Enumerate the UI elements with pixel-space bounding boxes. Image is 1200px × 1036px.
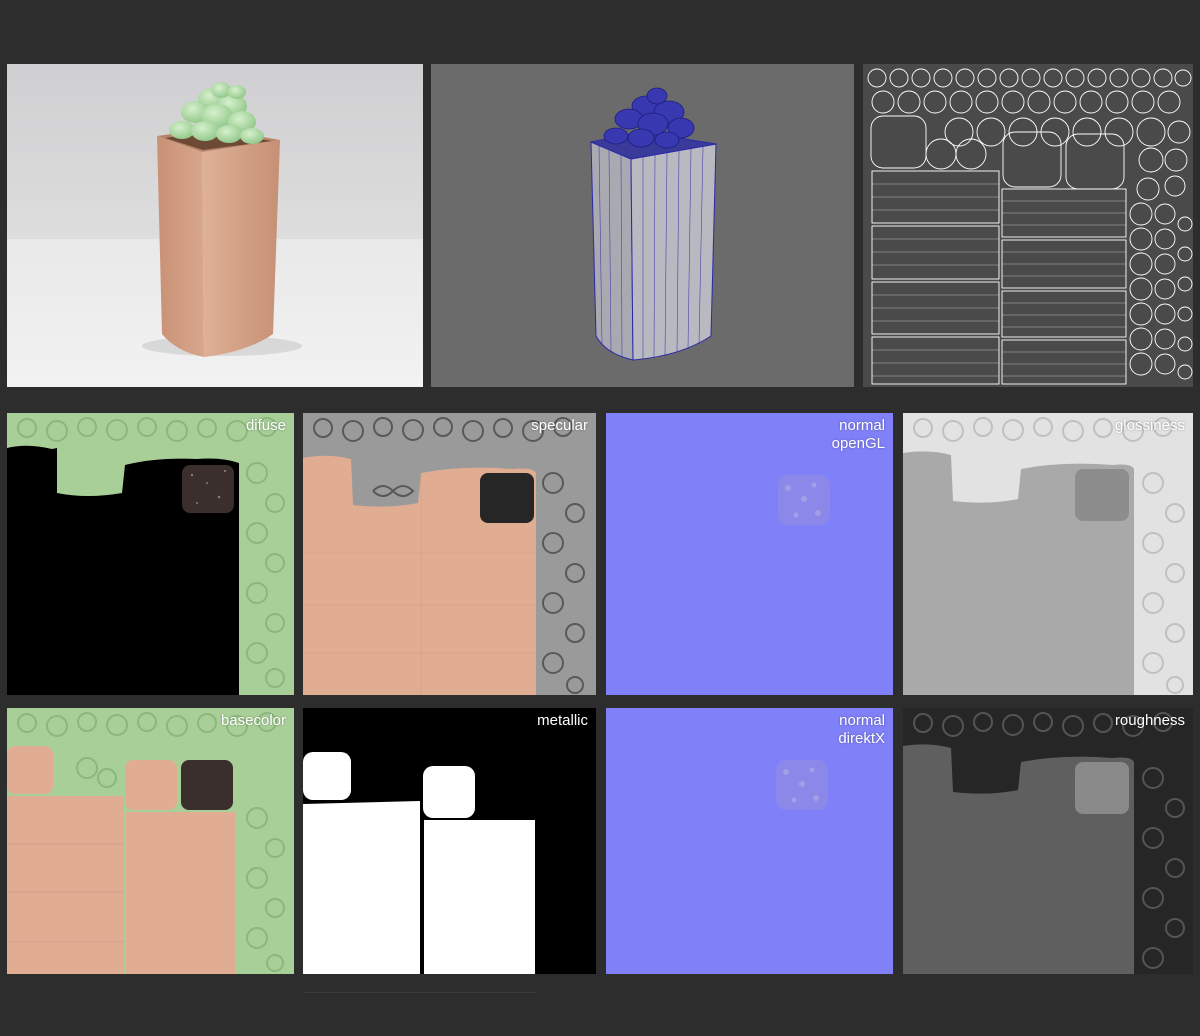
map-label: roughness — [1114, 712, 1185, 729]
roughness-map: roughness — [903, 708, 1193, 974]
render-preview — [7, 64, 423, 387]
specular-map: specular — [303, 413, 596, 695]
uv-layout-preview — [863, 64, 1193, 387]
map-label: metallic — [537, 712, 588, 729]
map-label: difuse — [245, 417, 286, 434]
map-label: normal direktX — [838, 712, 885, 747]
normal-opengl-map: normal openGL — [606, 413, 893, 695]
difuse-map: difuse — [7, 413, 294, 695]
map-label: glossiness — [1114, 417, 1185, 434]
normal-directx-map: normal direktX — [606, 708, 893, 974]
basecolor-map: basecolor — [7, 708, 294, 974]
map-label: basecolor — [220, 712, 286, 729]
wireframe-preview — [431, 64, 854, 387]
map-label: normal openGL — [831, 417, 885, 452]
metallic-map: metallic — [303, 708, 596, 974]
bottom-divider — [303, 992, 536, 993]
map-label: specular — [531, 417, 588, 434]
glossiness-map: glossiness — [903, 413, 1193, 695]
